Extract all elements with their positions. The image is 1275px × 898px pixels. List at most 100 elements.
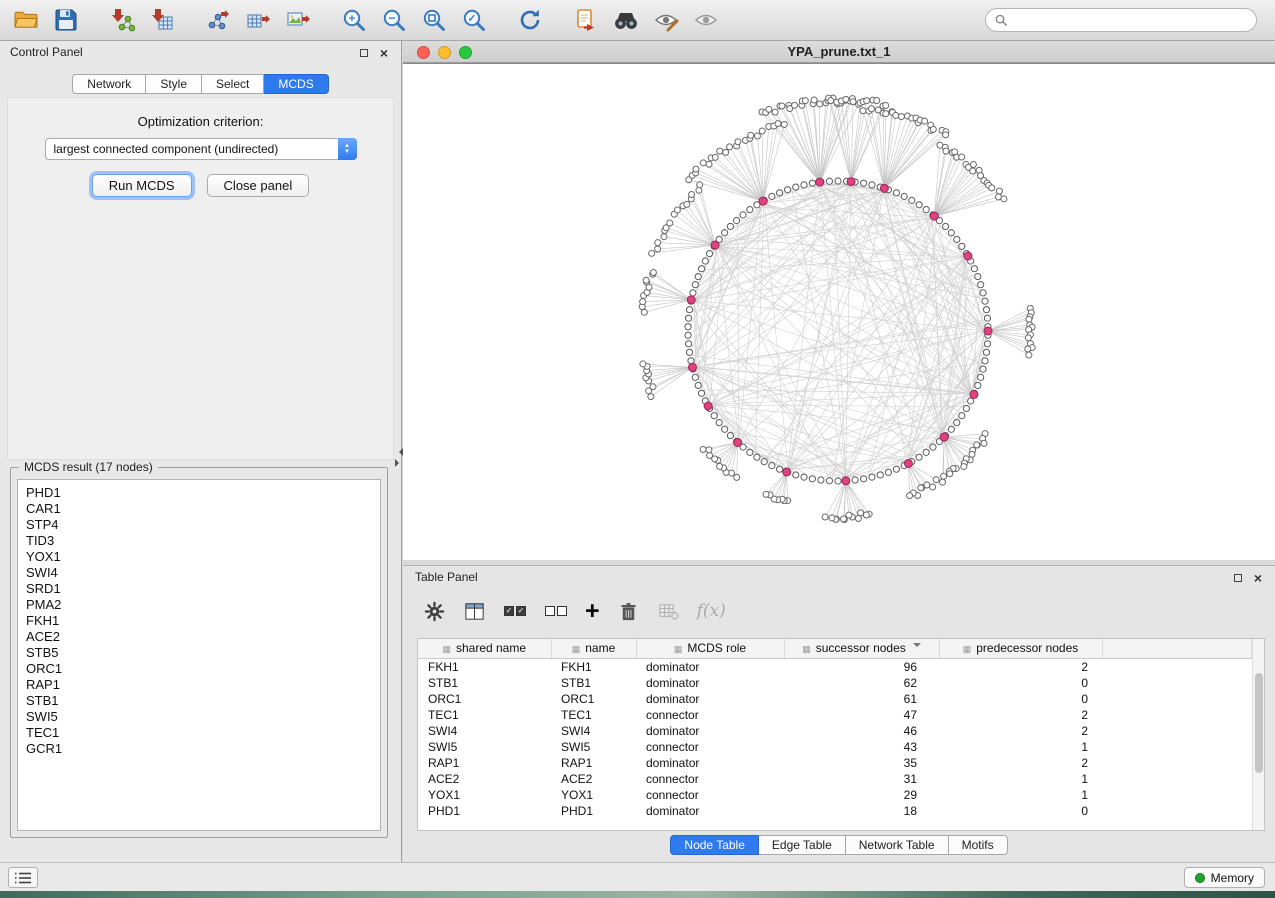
svg-text:−: − bbox=[388, 11, 395, 25]
sort-grid-icon: ▦ bbox=[442, 644, 451, 654]
mcds-result-item[interactable]: STP4 bbox=[26, 517, 380, 533]
search-input[interactable] bbox=[1014, 13, 1247, 27]
chevron-down-icon bbox=[913, 643, 921, 651]
combo-arrows-icon: ▲▼ bbox=[338, 138, 357, 160]
mcds-result-item[interactable]: ACE2 bbox=[26, 629, 380, 645]
search-icon bbox=[995, 14, 1008, 27]
scrollbar-thumb[interactable] bbox=[1255, 673, 1263, 772]
zoom-out-icon[interactable]: − bbox=[379, 5, 409, 35]
table-row[interactable]: TEC1TEC1connector472 bbox=[418, 707, 1252, 723]
desktop-background bbox=[0, 891, 1275, 898]
sort-grid-icon: ▦ bbox=[802, 644, 811, 654]
column-header-mcds-role[interactable]: ▦MCDS role bbox=[636, 639, 784, 658]
control-panel: Control Panel × Network Style Select MCD… bbox=[0, 41, 402, 862]
float-panel-icon[interactable] bbox=[357, 46, 371, 60]
clone-document-icon[interactable] bbox=[571, 5, 601, 35]
unselect-all-columns-icon[interactable] bbox=[544, 598, 568, 624]
save-icon[interactable] bbox=[51, 5, 81, 35]
mcds-result-list[interactable]: PHD1CAR1STP4TID3YOX1SWI4SRD1PMA2FKH1ACE2… bbox=[17, 479, 381, 831]
list-icon bbox=[14, 871, 32, 885]
delete-column-trash-icon[interactable] bbox=[617, 598, 640, 624]
mcds-result-item[interactable]: YOX1 bbox=[26, 549, 380, 565]
export-network-icon[interactable] bbox=[203, 5, 233, 35]
mcds-result-item[interactable]: STB5 bbox=[26, 645, 380, 661]
memory-button[interactable]: Memory bbox=[1184, 867, 1265, 888]
table-row[interactable]: SWI4SWI4dominator462 bbox=[418, 723, 1252, 739]
tab-mcds[interactable]: MCDS bbox=[264, 74, 328, 94]
export-table-icon[interactable] bbox=[243, 5, 273, 35]
binoculars-icon[interactable] bbox=[611, 5, 641, 35]
select-all-columns-icon[interactable]: ✓✓ bbox=[503, 598, 527, 624]
close-panel-icon[interactable]: × bbox=[377, 46, 391, 60]
table-row[interactable]: STB1STB1dominator620 bbox=[418, 675, 1252, 691]
show-hide-annotations-icon[interactable] bbox=[651, 5, 681, 35]
mcds-result-item[interactable]: SRD1 bbox=[26, 581, 380, 597]
column-header-name[interactable]: ▦name bbox=[551, 639, 636, 658]
mcds-result-item[interactable]: FKH1 bbox=[26, 613, 380, 629]
table-row[interactable]: ACE2ACE2connector311 bbox=[418, 771, 1252, 787]
import-network-icon[interactable] bbox=[107, 5, 137, 35]
import-table-icon[interactable] bbox=[147, 5, 177, 35]
close-panel-button[interactable]: Close panel bbox=[207, 174, 310, 197]
tab-motifs[interactable]: Motifs bbox=[949, 835, 1008, 855]
node-table: ▦shared name ▦name ▦MCDS role ▦successor… bbox=[418, 639, 1252, 819]
control-panel-header: Control Panel × bbox=[0, 41, 401, 65]
tab-select[interactable]: Select bbox=[202, 74, 264, 94]
export-image-icon[interactable] bbox=[283, 5, 313, 35]
float-table-panel-icon[interactable] bbox=[1231, 571, 1245, 585]
network-window-titlebar[interactable]: YPA_prune.txt_1 bbox=[403, 41, 1275, 63]
search-field[interactable] bbox=[985, 8, 1257, 32]
refresh-icon[interactable] bbox=[515, 5, 545, 35]
mcds-result-item[interactable]: GCR1 bbox=[26, 741, 380, 757]
optimization-criterion-select[interactable]: largest connected component (undirected)… bbox=[45, 138, 357, 160]
table-panel: Table Panel × ✓✓ + f(x) bbox=[403, 565, 1275, 862]
tab-network-table[interactable]: Network Table bbox=[846, 835, 949, 855]
close-table-panel-icon[interactable]: × bbox=[1251, 571, 1265, 585]
mcds-result-item[interactable]: RAP1 bbox=[26, 677, 380, 693]
table-row[interactable]: PHD1PHD1dominator180 bbox=[418, 803, 1252, 819]
eye-icon[interactable] bbox=[691, 5, 721, 35]
network-window-title: YPA_prune.txt_1 bbox=[403, 44, 1275, 59]
zoom-fit-icon[interactable] bbox=[419, 5, 449, 35]
mcds-result-item[interactable]: CAR1 bbox=[26, 501, 380, 517]
table-row[interactable]: ORC1ORC1dominator610 bbox=[418, 691, 1252, 707]
mcds-result-item[interactable]: TEC1 bbox=[26, 725, 380, 741]
table-settings-gear-icon[interactable] bbox=[423, 598, 446, 624]
zoom-in-icon[interactable]: + bbox=[339, 5, 369, 35]
memory-status-icon bbox=[1195, 873, 1205, 883]
table-scrollbar[interactable] bbox=[1252, 639, 1264, 830]
selected-criterion-value: largest connected component (undirected) bbox=[46, 142, 338, 156]
tab-style[interactable]: Style bbox=[146, 74, 202, 94]
run-mcds-button[interactable]: Run MCDS bbox=[92, 174, 192, 197]
mcds-result-item[interactable]: PMA2 bbox=[26, 597, 380, 613]
zoom-selected-icon[interactable]: ✓ bbox=[459, 5, 489, 35]
table-row[interactable]: YOX1YOX1connector291 bbox=[418, 787, 1252, 803]
tab-edge-table[interactable]: Edge Table bbox=[759, 835, 846, 855]
mcds-result-item[interactable]: SWI5 bbox=[26, 709, 380, 725]
column-layout-icon[interactable] bbox=[463, 598, 486, 624]
tab-network[interactable]: Network bbox=[72, 74, 146, 94]
table-row[interactable]: FKH1FKH1dominator962 bbox=[418, 658, 1252, 675]
open-folder-icon[interactable] bbox=[11, 5, 41, 35]
mcds-result-title: MCDS result (17 nodes) bbox=[19, 460, 158, 474]
create-column-plus-icon[interactable]: + bbox=[585, 598, 600, 624]
panel-splitter-handle[interactable] bbox=[395, 448, 402, 470]
mcds-result-item[interactable]: SWI4 bbox=[26, 565, 380, 581]
table-tabbar: Node Table Edge Table Network Table Moti… bbox=[403, 835, 1275, 855]
network-canvas[interactable] bbox=[403, 63, 1275, 560]
tab-node-table[interactable]: Node Table bbox=[670, 835, 759, 855]
status-menu-button[interactable] bbox=[8, 867, 38, 888]
table-row[interactable]: RAP1RAP1dominator352 bbox=[418, 755, 1252, 771]
column-header-shared-name[interactable]: ▦shared name bbox=[418, 639, 551, 658]
application-window: + − ✓ bbox=[0, 0, 1275, 898]
column-header-successor-nodes[interactable]: ▦successor nodes bbox=[784, 639, 939, 658]
network-graph[interactable] bbox=[403, 64, 1275, 561]
mcds-result-item[interactable]: PHD1 bbox=[26, 485, 380, 501]
table-row[interactable]: SWI5SWI5connector431 bbox=[418, 739, 1252, 755]
mcds-result-item[interactable]: ORC1 bbox=[26, 661, 380, 677]
mcds-tab-page: Optimization criterion: largest connecte… bbox=[7, 97, 394, 460]
mcds-result-item[interactable]: STB1 bbox=[26, 693, 380, 709]
mcds-result-group: MCDS result (17 nodes) PHD1CAR1STP4TID3Y… bbox=[10, 467, 388, 838]
mcds-result-item[interactable]: TID3 bbox=[26, 533, 380, 549]
column-header-predecessor-nodes[interactable]: ▦predecessor nodes bbox=[939, 639, 1102, 658]
